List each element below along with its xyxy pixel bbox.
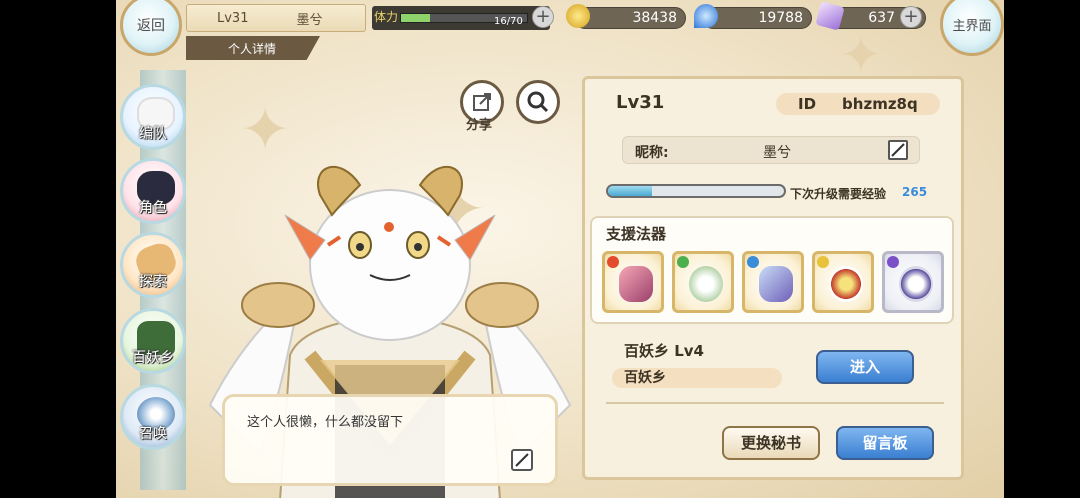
nav-item-characters[interactable]: 角色 bbox=[120, 158, 186, 224]
player-level: Lv31 bbox=[217, 10, 249, 26]
artifact-bottle-icon bbox=[619, 266, 653, 302]
artifact-sword-icon bbox=[759, 266, 793, 302]
support-artifact-slot[interactable] bbox=[742, 251, 804, 313]
player-name: 墨兮 bbox=[296, 12, 323, 28]
player-id-pill: ID bhzmz8q bbox=[776, 93, 940, 115]
screen: ✦ ✦ ✦ 返回 Lv31 墨兮 个人详情 体力 16/70 + 38438 1… bbox=[0, 0, 1080, 498]
star-decoration-icon: ✦ bbox=[840, 26, 882, 84]
stamina-value: 16/70 bbox=[494, 16, 523, 27]
bio-text: 这个人很懒，什么都没留下 bbox=[247, 415, 404, 430]
nickname-label: 昵称: bbox=[635, 145, 669, 161]
support-artifacts-title: 支援法器 bbox=[606, 225, 667, 243]
artifact-bracelet-icon bbox=[899, 266, 933, 302]
change-secretary-button[interactable]: 更换秘书 bbox=[722, 426, 820, 460]
stamina-meter: 体力 16/70 bbox=[372, 6, 550, 30]
search-icon bbox=[527, 91, 549, 113]
star-decoration-icon: ✦ bbox=[240, 95, 291, 165]
light-element-icon bbox=[817, 256, 829, 268]
nav-item-label: 百妖乡 bbox=[132, 350, 174, 366]
yokai-village-name: 百妖乡 bbox=[612, 368, 782, 388]
wood-element-icon bbox=[677, 256, 689, 268]
share-icon bbox=[473, 93, 491, 111]
nickname-value: 墨兮 bbox=[763, 145, 791, 161]
support-artifact-slot[interactable] bbox=[812, 251, 874, 313]
stamina-label: 体力 bbox=[374, 10, 399, 24]
id-value: bhzmz8q bbox=[842, 95, 918, 113]
back-label: 返回 bbox=[137, 18, 165, 34]
divider bbox=[606, 402, 944, 404]
search-button[interactable] bbox=[516, 80, 560, 124]
nav-item-label: 编队 bbox=[139, 126, 167, 142]
exp-progress-bar bbox=[606, 184, 786, 198]
edit-nickname-button[interactable] bbox=[888, 140, 908, 160]
bio-speech-box: 这个人很懒，什么都没留下 bbox=[222, 394, 558, 486]
add-stamina-button[interactable]: + bbox=[532, 6, 554, 28]
home-label: 主界面 bbox=[952, 18, 992, 34]
fire-element-icon bbox=[607, 256, 619, 268]
artifact-bell-icon bbox=[829, 266, 863, 302]
pencil-icon bbox=[515, 453, 529, 467]
support-artifact-slot[interactable] bbox=[672, 251, 734, 313]
edit-bio-button[interactable] bbox=[511, 449, 533, 471]
stamina-fill bbox=[401, 14, 430, 22]
nav-item-team[interactable]: 编队 bbox=[120, 84, 186, 150]
add-crystal-button[interactable]: + bbox=[900, 6, 922, 28]
id-label: ID bbox=[798, 95, 817, 113]
gold-coin-icon bbox=[566, 4, 590, 28]
tab-personal-details[interactable]: 个人详情 bbox=[186, 36, 320, 60]
gold-counter: 38438 bbox=[574, 7, 686, 29]
artifact-wreath-icon bbox=[689, 266, 723, 302]
nav-item-explore[interactable]: 探索 bbox=[120, 232, 186, 298]
player-strip: Lv31 墨兮 bbox=[186, 4, 366, 32]
dark-element-icon bbox=[887, 256, 899, 268]
nav-item-yokai-village[interactable]: 百妖乡 bbox=[120, 308, 186, 374]
crystal-value: 637 bbox=[868, 10, 895, 26]
share-label: 分享 bbox=[466, 118, 493, 133]
nav-item-summon[interactable]: 召唤 bbox=[120, 384, 186, 450]
exp-progress-fill bbox=[608, 186, 652, 196]
nav-item-label: 探索 bbox=[139, 274, 167, 290]
profile-level: Lv31 bbox=[616, 92, 665, 113]
nickname-row: 昵称: 墨兮 bbox=[622, 136, 920, 164]
gem-value: 19788 bbox=[758, 10, 803, 26]
exp-label: 下次升级需要经验 bbox=[790, 187, 887, 201]
yokai-village-level: 百妖乡 Lv4 bbox=[624, 342, 704, 360]
water-gem-icon bbox=[694, 4, 718, 28]
enter-village-button[interactable]: 进入 bbox=[816, 350, 914, 384]
gem-counter: 19788 bbox=[702, 7, 812, 29]
water-element-icon bbox=[747, 256, 759, 268]
message-board-button[interactable]: 留言板 bbox=[836, 426, 934, 460]
nav-item-label: 角色 bbox=[139, 200, 167, 216]
nav-item-label: 召唤 bbox=[139, 426, 167, 442]
gold-value: 38438 bbox=[632, 10, 677, 26]
support-artifact-slot[interactable] bbox=[602, 251, 664, 313]
pencil-icon bbox=[891, 143, 905, 157]
exp-value: 265 bbox=[902, 185, 928, 199]
support-artifact-slot[interactable] bbox=[882, 251, 944, 313]
